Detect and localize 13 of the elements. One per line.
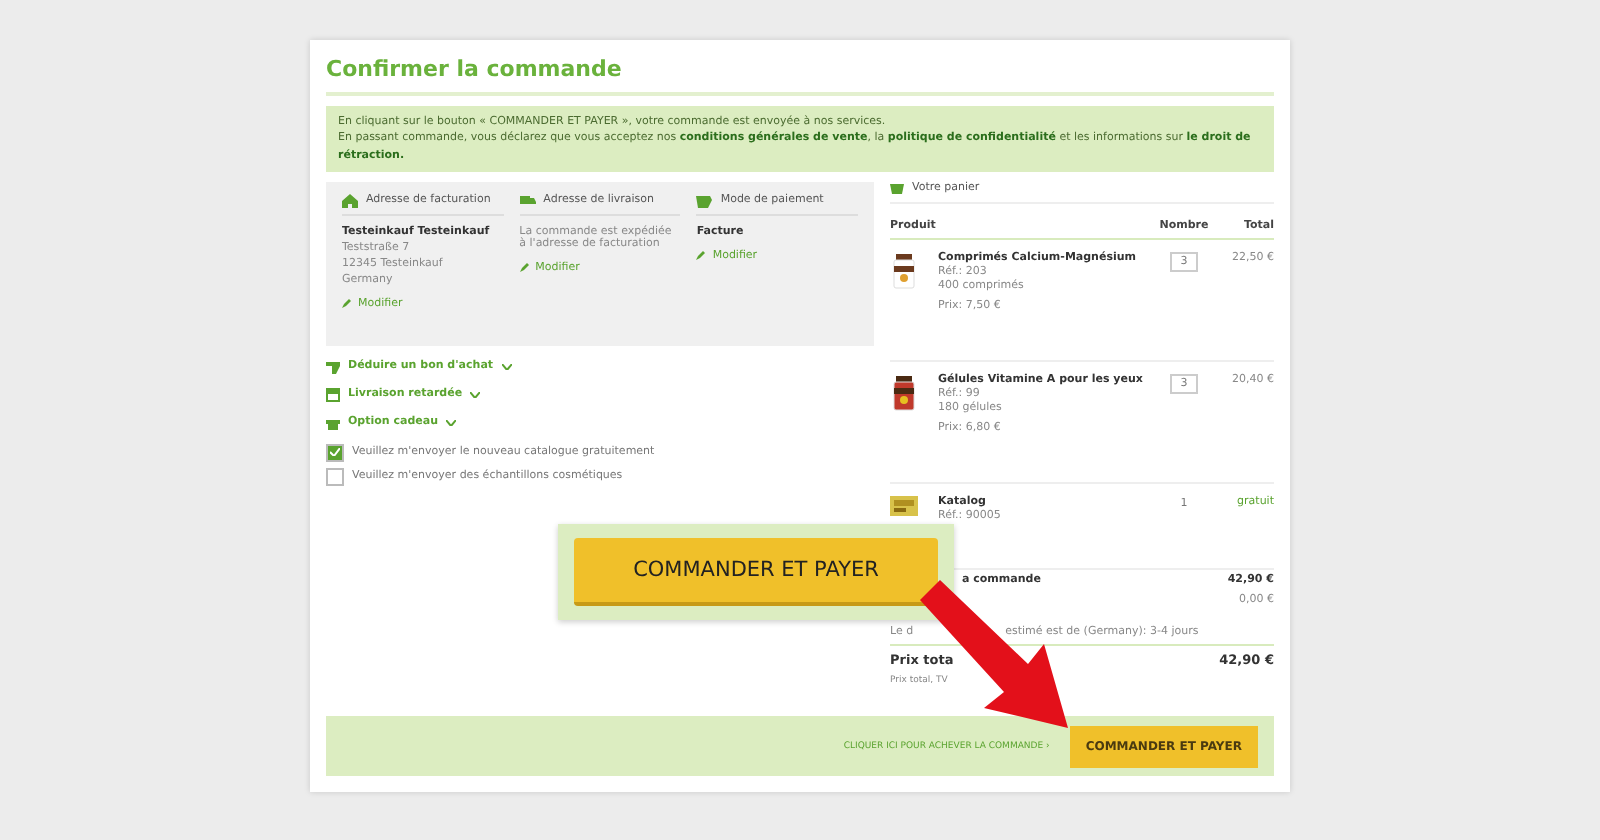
house-icon [342,193,358,208]
pencil-icon [519,262,530,273]
checkbox[interactable] [326,443,344,462]
calendar-icon [326,387,340,402]
checkbox[interactable] [326,467,344,486]
caret-icon [501,363,512,370]
order-button[interactable]: COMMANDER ET PAYER [574,538,938,606]
basket-icon [890,181,904,194]
caret-icon [446,419,457,426]
pencil-icon [696,250,707,261]
page-title: Confirmer la commande [326,56,1274,96]
pencil-icon [342,298,352,309]
caret-icon [470,391,481,398]
